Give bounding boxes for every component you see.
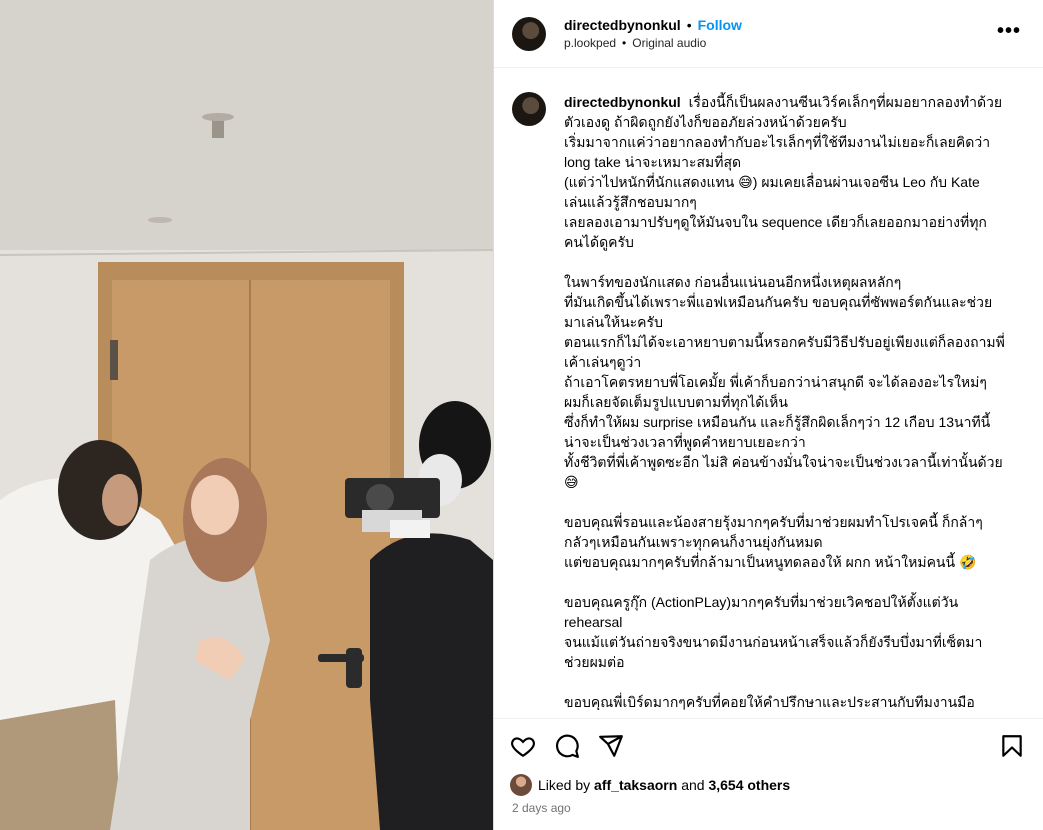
caption-gap [564, 672, 1005, 692]
caption-line: ที่มันเกิดขึ้นได้เพราะพี่แอฟเหมือนกันครั… [564, 294, 993, 310]
caption-line: จนแม้แต่วันถ่ายจริงขนาดมีงานก่อนหน้าเสร็… [564, 634, 983, 650]
caption-line: ตอนแรกก็ไม่ได้จะเอาหยาบตามนี้หรอกครับมีว… [564, 334, 1005, 350]
caption-line: ถ้าเอาโคตรหยาบพี่โอเคมั้ย พี่เค้าก็บอกว่… [564, 374, 987, 390]
follow-button[interactable]: Follow [698, 17, 742, 33]
caption-line: แต่ขอบคุณมากๆครับที่กล้ามาเป็นหนูทดลองให… [564, 554, 977, 570]
caption-gap [564, 572, 1005, 592]
post-header: directedbynonkul • Follow p.lookped • Or… [494, 0, 1043, 68]
caption-line: เล่นแล้วรู้สึกชอบมากๆ [564, 194, 697, 210]
caption-line: เริ่มมาจากแค่ว่าอยากลองทำกับอะไรเล็กๆที่… [564, 134, 991, 150]
share-icon[interactable] [598, 733, 624, 759]
caption-line: ช่วยผมต่อ [564, 654, 625, 670]
caption-line: 😅 [564, 474, 579, 490]
caption-line: ซึ่งก็ทำให้ผม surprise เหมือนกัน และก็รู… [564, 414, 991, 430]
caption-line: ตัวเองดู ถ้าผิดถูกยังไงก็ขออภัยล่วงหน้าด… [564, 114, 847, 130]
caption-line: (แต่ว่าไปหนักที่นักแสดงแทน 😅) ผมเคยเลื่อ… [564, 174, 980, 190]
caption-line: long take น่าจะเหมาะสมที่สุด [564, 154, 742, 170]
caption-gap [564, 492, 1005, 512]
caption-line: คนได้ดูครับ [564, 234, 634, 250]
likes-summary: Liked by aff_taksaorn and 3,654 others [510, 774, 790, 796]
heart-icon[interactable] [510, 733, 536, 759]
caption-line: ขอบคุณพี่รอนและน้องสายรุ้งมากๆครับที่มาช… [564, 514, 983, 530]
separator-dot: • [686, 17, 692, 33]
post-video[interactable] [0, 0, 493, 830]
caption-line: มาเล่นให้นะครับ [564, 314, 663, 330]
caption-line: เค้าเล่นๆดูว่า [564, 354, 642, 370]
caption-line: กลัวๆเหมือนกันเพราะทุกคนก็งานยุ่งกันหมด [564, 534, 823, 550]
liker-avatar[interactable] [510, 774, 532, 796]
liker-username[interactable]: aff_taksaorn [594, 777, 677, 793]
caption-line: เลยลองเอามาปรับๆดูให้มันจบใน sequence เด… [564, 214, 987, 230]
post-details-panel: directedbynonkul • Follow p.lookped • Or… [493, 0, 1043, 830]
bookmark-icon[interactable] [999, 733, 1025, 759]
likes-count[interactable]: 3,654 others [708, 777, 790, 793]
caption-line: น่าจะเป็นช่วงเวลาที่พูดคำหยาบเยอะกว่า [564, 434, 806, 450]
more-options-icon[interactable]: ••• [997, 20, 1021, 43]
caption-line: ขอบคุณพี่เบิร์ดมากๆครับที่คอยให้คำปรึกษา… [564, 694, 975, 710]
caption-line: เรื่องนี้ก็เป็นผลงานซีนเวิร์คเล็กๆที่ผมอ… [688, 94, 1003, 110]
caption-gap [564, 252, 1005, 272]
caption-line: ในพาร์ทของนักแสดง ก่อนอื่นแน่นอนอีกหนึ่ง… [564, 274, 902, 290]
post-timestamp[interactable]: 2 days ago [512, 801, 571, 815]
separator-dot: • [622, 36, 627, 50]
likes-and-label: and [681, 777, 705, 793]
caption-author-avatar[interactable] [512, 92, 546, 126]
audio-user-link[interactable]: p.lookped [564, 36, 616, 50]
caption-text: directedbynonkul เรื่องนี้ก็เป็นผลงานซีน… [564, 92, 1005, 710]
caption-line: ผมก็เลยจัดเต็มรูปแบบตามที่ทุกได้เห็น [564, 394, 788, 410]
caption-section: directedbynonkul เรื่องนี้ก็เป็นผลงานซีน… [512, 92, 1015, 710]
liked-by-label: Liked by [538, 777, 591, 793]
author-avatar[interactable] [512, 16, 546, 51]
video-frame-image [0, 0, 493, 830]
caption-line: ทั้งชีวิตที่พี่เค้าพูดซะอีก ไม่สิ ค่อนข้… [564, 454, 1003, 470]
author-username[interactable]: directedbynonkul [564, 17, 681, 33]
comment-icon[interactable] [554, 733, 580, 759]
action-bar: Liked by aff_taksaorn and 3,654 others 2… [494, 718, 1043, 830]
caption-username[interactable]: directedbynonkul [564, 94, 681, 110]
audio-label-link[interactable]: Original audio [632, 36, 706, 50]
caption-line: rehearsal [564, 614, 623, 630]
caption-line: ขอบคุณครูกุ๊ก (ActionPLay)มากๆครับที่มาช… [564, 594, 959, 610]
